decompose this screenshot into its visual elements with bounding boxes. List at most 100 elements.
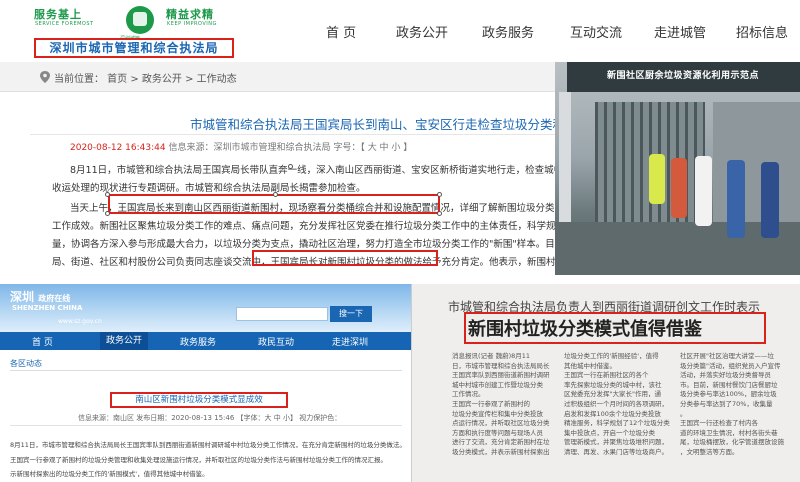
news-line: 日，市城市管理和综合执法局局长 — [452, 361, 550, 370]
logo-slogan-left: 服务基上 — [34, 8, 82, 21]
news-line: 城中村城市创建工作暨垃圾分类 — [452, 380, 543, 389]
logo-slogan-left-en: SERVICE FOREMOST — [35, 21, 94, 27]
news-headline: 新围村垃圾分类模式值得借鉴 — [468, 319, 702, 340]
person-red — [671, 158, 687, 218]
highlight-box-affirmation — [252, 250, 438, 266]
breadcrumb[interactable]: 各区动态 — [10, 358, 42, 369]
article-line: 收运处理的现状进行专题调研。市城管和综合执法局副局长揭雷参加检查。 — [52, 183, 366, 194]
article-title: 市城管和综合执法局王国宾局长到南山、宝安区行走检查垃圾分类和 — [190, 117, 566, 132]
nav-about[interactable]: 走进城管 — [654, 22, 706, 41]
article-line: 8月11日，市城市管理和综合执法局局长王国宾率队到西丽街道新围村调研城中村垃圾分… — [10, 441, 406, 449]
news-column-3: 社区开展"社区治理大讲堂——垃 圾分类篇"活动，组织党员入户宣传 活动，并落实好… — [680, 352, 786, 480]
article-line: 王国宾一行参观了新围村的垃圾分类管理和收集处理设施运行情况，并听取社区的垃圾分类… — [10, 456, 387, 464]
news-line: 王国宾一行在新围社区的各个 — [564, 371, 649, 380]
article-line: 8月11日，市城管和综合执法局王国宾局长带队直奔一线，深入南山区西丽街道、宝安区… — [70, 165, 621, 176]
article-card: 市城管和综合执法局王国宾局长到南山、宝安区行走检查垃圾分类和 2020-08-1… — [30, 96, 622, 275]
breadcrumb-bar: 当前位置： 首页 > 政务公开 > 工作动态 — [0, 62, 555, 92]
news-line: 方面和执行度等问题与现场人员 — [452, 428, 543, 437]
person-white — [695, 156, 712, 226]
article-line: 量，协调各方深入参与形成最大合力，以垃圾分类为支点，撬动社区治理，努力打造全市垃… — [52, 239, 603, 250]
news-column-2: 垃圾分类工作的'新围经验'，值得 其他城中村借鉴。 王国宾一行在新围社区的各个 … — [564, 352, 670, 480]
top-screenshot: 服务基上 SERVICE FOREMOST 深圳城管 精益求精 KEEP IMP… — [0, 0, 800, 275]
news-line: 消息报讯(记者 魏蔚)8月11 — [452, 352, 531, 360]
resize-handle[interactable] — [437, 192, 442, 197]
logo-slogan-right: 精益求精 — [166, 8, 214, 21]
resize-handle[interactable] — [105, 211, 110, 216]
news-line: 精准服务，科学规划了12个垃圾分类 — [564, 419, 670, 428]
article-line: 工作成效。新围社区聚焦垃圾分类工作的难点、痛点问题，充分发挥社区党委在推行垃圾分… — [52, 221, 604, 232]
title-divider — [30, 134, 555, 135]
news-line: 垃圾分类宣传栏和集中分类投放 — [452, 409, 543, 418]
news-line: 市。目前，新围村餐饮门店餐厨垃 — [680, 380, 778, 389]
nav-home[interactable]: 首 页 — [32, 335, 53, 348]
news-line: 率先探索垃圾分类的城中村，该社 — [564, 380, 662, 389]
sz-logo-cn-sub: 政府在线 — [38, 294, 71, 303]
city-emblem-icon — [126, 6, 154, 34]
site-header: 服务基上 SERVICE FOREMOST 深圳城管 精益求精 KEEP IMP… — [0, 0, 800, 62]
news-line: 圾分类参与率达100%，厨余垃圾 — [680, 390, 777, 399]
news-line: 圾分类篇"活动，组织党员入户宣传 — [680, 361, 781, 370]
nav-interaction[interactable]: 互动交流 — [570, 22, 622, 41]
rotate-handle[interactable] — [288, 164, 293, 169]
article-date: 2020-08-12 16:43:44 — [70, 143, 166, 153]
news-line: 王国宾一行参观了新围村的 — [452, 399, 530, 408]
meta-divider — [10, 425, 402, 426]
news-line: 垃圾分类工作的'新围经验'，值得 — [564, 352, 659, 360]
nav-gov-affairs[interactable]: 政务公开 — [396, 22, 448, 41]
breadcrumb[interactable]: 当前位置： 首页 > 政务公开 > 工作动态 — [54, 70, 237, 85]
news-line: 点运行情况，并听取社区垃圾分类 — [452, 419, 550, 428]
news-line: 启发和发挥100余个垃圾分类投放 — [564, 409, 661, 418]
resize-handle[interactable] — [105, 192, 110, 197]
nav-tenders[interactable]: 招标信息 — [736, 22, 788, 41]
nav-explore-sz[interactable]: 走进深圳 — [332, 335, 368, 348]
sz-logo-en: SHENZHEN CHINA — [12, 304, 83, 312]
news-line: 活动，并落实好垃圾分类督导员 — [680, 371, 771, 380]
news-line: 集中投放点，开启一个垃圾分类 — [564, 428, 655, 437]
newspaper-clipping: 市城管和综合执法局负责人到西丽街道调研创文工作时表示 新围村垃圾分类模式值得借鉴… — [412, 284, 800, 482]
news-line: 管理新模式，并聚焦垃圾堆积问题， — [564, 438, 668, 447]
article-meta: 信息来源：南山区 发布日期：2020-08-13 15:46 【字体：大 中 小… — [78, 414, 342, 422]
photo-demo-site: 新围社区厨余垃圾资源化利用示范点 — [555, 62, 800, 275]
nav-gov-affairs[interactable]: 政务公开 — [100, 332, 149, 350]
news-line: 区党委充分发挥"大家长"作用，通 — [564, 390, 661, 399]
nav-gov-services[interactable]: 政务服务 — [482, 22, 534, 41]
search-input[interactable] — [236, 307, 328, 321]
person-navy — [761, 162, 779, 238]
photo-sign-text: 新围社区厨余垃圾资源化利用示范点 — [607, 71, 760, 81]
search-button[interactable]: 搜一下 — [330, 306, 372, 322]
logo-slogan-right-en: KEEP IMPROVING — [167, 21, 217, 27]
sz-nav-bar: 首 页 政务公开 政务服务 政民互动 走进深圳 — [0, 332, 411, 350]
news-line: 分类参与率达到了70%，收集量 — [680, 399, 773, 408]
news-line: 道的环境卫生情况，村村各街头巷 — [680, 428, 778, 437]
sz-gov-banner: 深圳 政府在线 SHENZHEN CHINA www.sz.gov.cn 搜一下 — [0, 284, 411, 332]
nav-home[interactable]: 首 页 — [326, 22, 356, 41]
article-title-highlight: 南山区新围村垃圾分类模式显成效 — [110, 392, 288, 408]
highlight-box-inspection — [108, 194, 440, 214]
news-line: 其他城中村借鉴。 — [564, 361, 616, 370]
news-line: 王国宾率队到西丽街道新围村调研 — [452, 371, 550, 380]
sz-logo[interactable]: 深圳 政府在线 — [10, 288, 70, 305]
news-line: 。 — [680, 409, 687, 418]
news-line: 清理、再发、水果门店等垃圾商户。 — [564, 447, 668, 456]
sz-url: www.sz.gov.cn — [58, 318, 102, 325]
news-line: 过积极组织一个月时间的各项调研， — [564, 399, 668, 408]
bottom-left-screenshot: 深圳 政府在线 SHENZHEN CHINA www.sz.gov.cn 搜一下… — [0, 284, 412, 482]
article-meta: 2020-08-12 16:43:44 信息来源：深圳市城市管理和综合执法局 字… — [70, 140, 412, 153]
resize-handle[interactable] — [437, 211, 442, 216]
article-meta-rest: 信息来源：深圳市城市管理和综合执法局 字号：【 大 中 小 】 — [168, 143, 413, 153]
location-pin-icon — [40, 71, 50, 83]
news-column-1: 消息报讯(记者 魏蔚)8月11 日，市城市管理和综合执法局局长 王国宾率队到西丽… — [452, 352, 552, 480]
nav-interaction[interactable]: 政民互动 — [258, 335, 294, 348]
resize-handle[interactable] — [273, 192, 278, 197]
news-line: 进行了交流，充分肯定新围村在垃 — [452, 438, 550, 447]
nav-gov-services[interactable]: 政务服务 — [180, 335, 216, 348]
site-logo[interactable]: 服务基上 SERVICE FOREMOST 深圳城管 精益求精 KEEP IMP… — [34, 6, 244, 42]
news-line: 王国宾一行还检查了村内各 — [680, 419, 758, 428]
news-line: ，文明整洁等方面。 — [680, 447, 739, 456]
news-line: 工作情况。 — [452, 390, 485, 399]
agency-name-highlight: 深圳市城市管理和综合执法局 — [34, 38, 234, 58]
article-line: 示新围村探索出的垃圾分类工作的'新围模式'，值得其他城中村借鉴。 — [10, 470, 209, 478]
person-vest — [649, 154, 665, 204]
sz-logo-cn: 深圳 — [10, 290, 35, 304]
person-blue — [727, 160, 745, 238]
